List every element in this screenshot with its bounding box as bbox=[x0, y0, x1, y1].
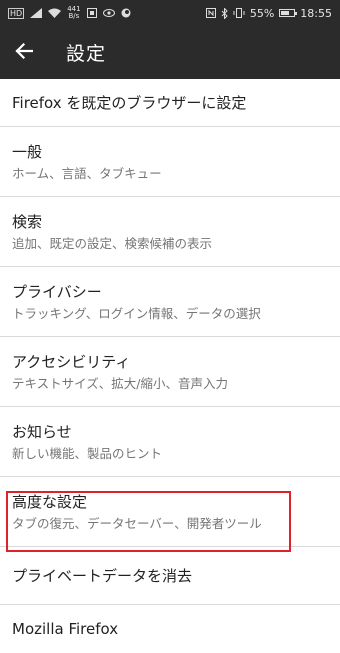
screenshot-icon bbox=[86, 8, 97, 18]
settings-item-general[interactable]: 一般 ホーム、言語、タブキュー bbox=[0, 127, 340, 197]
nfc-icon bbox=[205, 8, 216, 18]
page-title: 設定 bbox=[66, 43, 107, 65]
bluetooth-icon bbox=[221, 7, 228, 19]
arrow-back-icon bbox=[15, 42, 34, 63]
settings-item-title: 検索 bbox=[12, 212, 43, 231]
settings-item-title: プライバシー bbox=[12, 282, 102, 301]
settings-item-title: Firefox を既定のブラウザーに設定 bbox=[12, 93, 247, 112]
settings-item-title: アクセシビリティ bbox=[12, 352, 131, 371]
settings-item-summary: タブの復元、データセーバー、開発者ツール bbox=[12, 515, 262, 531]
status-bar: HD 441 B/s 55% 18:55 bbox=[0, 0, 340, 26]
vibrate-icon bbox=[233, 8, 245, 18]
status-left: HD 441 B/s bbox=[8, 6, 131, 20]
settings-item-summary: 追加、既定の設定、検索候補の表示 bbox=[12, 235, 213, 251]
settings-item-title: 高度な設定 bbox=[12, 492, 88, 511]
settings-item-summary: ホーム、言語、タブキュー bbox=[12, 165, 162, 181]
settings-item-title: Mozilla Firefox bbox=[12, 620, 119, 638]
status-right: 55% 18:55 bbox=[205, 6, 332, 20]
battery-percent: 55% bbox=[249, 6, 275, 20]
settings-item-search[interactable]: 検索 追加、既定の設定、検索候補の表示 bbox=[0, 197, 340, 267]
eye-comfort-icon bbox=[102, 8, 115, 18]
settings-item-advanced[interactable]: 高度な設定 タブの復元、データセーバー、開発者ツール bbox=[0, 477, 340, 547]
signal-icon bbox=[30, 8, 43, 18]
hd-indicator: HD bbox=[8, 7, 25, 19]
settings-item-summary: 新しい機能、製品のヒント bbox=[12, 445, 163, 461]
settings-item-title: 一般 bbox=[12, 142, 43, 161]
settings-item-summary: テキストサイズ、拡大/縮小、音声入力 bbox=[12, 375, 228, 391]
settings-item-notifications[interactable]: お知らせ 新しい機能、製品のヒント bbox=[0, 407, 340, 477]
settings-item-title: お知らせ bbox=[12, 422, 72, 441]
settings-item-mozilla-firefox[interactable]: Mozilla Firefox bbox=[0, 605, 340, 653]
network-speed: 441 B/s bbox=[67, 6, 80, 20]
settings-item-default-browser[interactable]: Firefox を既定のブラウザーに設定 bbox=[0, 79, 340, 127]
settings-item-clear-private-data[interactable]: プライベートデータを消去 bbox=[0, 547, 340, 605]
network-speed-unit: B/s bbox=[68, 12, 80, 20]
firefox-notification-icon bbox=[121, 8, 131, 18]
back-button[interactable] bbox=[0, 26, 48, 79]
settings-item-title: プライベートデータを消去 bbox=[12, 566, 193, 585]
battery-icon bbox=[279, 9, 298, 17]
settings-item-privacy[interactable]: プライバシー トラッキング、ログイン情報、データの選択 bbox=[0, 267, 340, 337]
wifi-icon bbox=[48, 8, 62, 18]
app-bar: 設定 bbox=[0, 26, 340, 79]
settings-item-summary: トラッキング、ログイン情報、データの選択 bbox=[12, 305, 261, 321]
clock: 18:55 bbox=[300, 6, 332, 20]
settings-list: Firefox を既定のブラウザーに設定 一般 ホーム、言語、タブキュー 検索 … bbox=[0, 79, 340, 653]
settings-item-accessibility[interactable]: アクセシビリティ テキストサイズ、拡大/縮小、音声入力 bbox=[0, 337, 340, 407]
